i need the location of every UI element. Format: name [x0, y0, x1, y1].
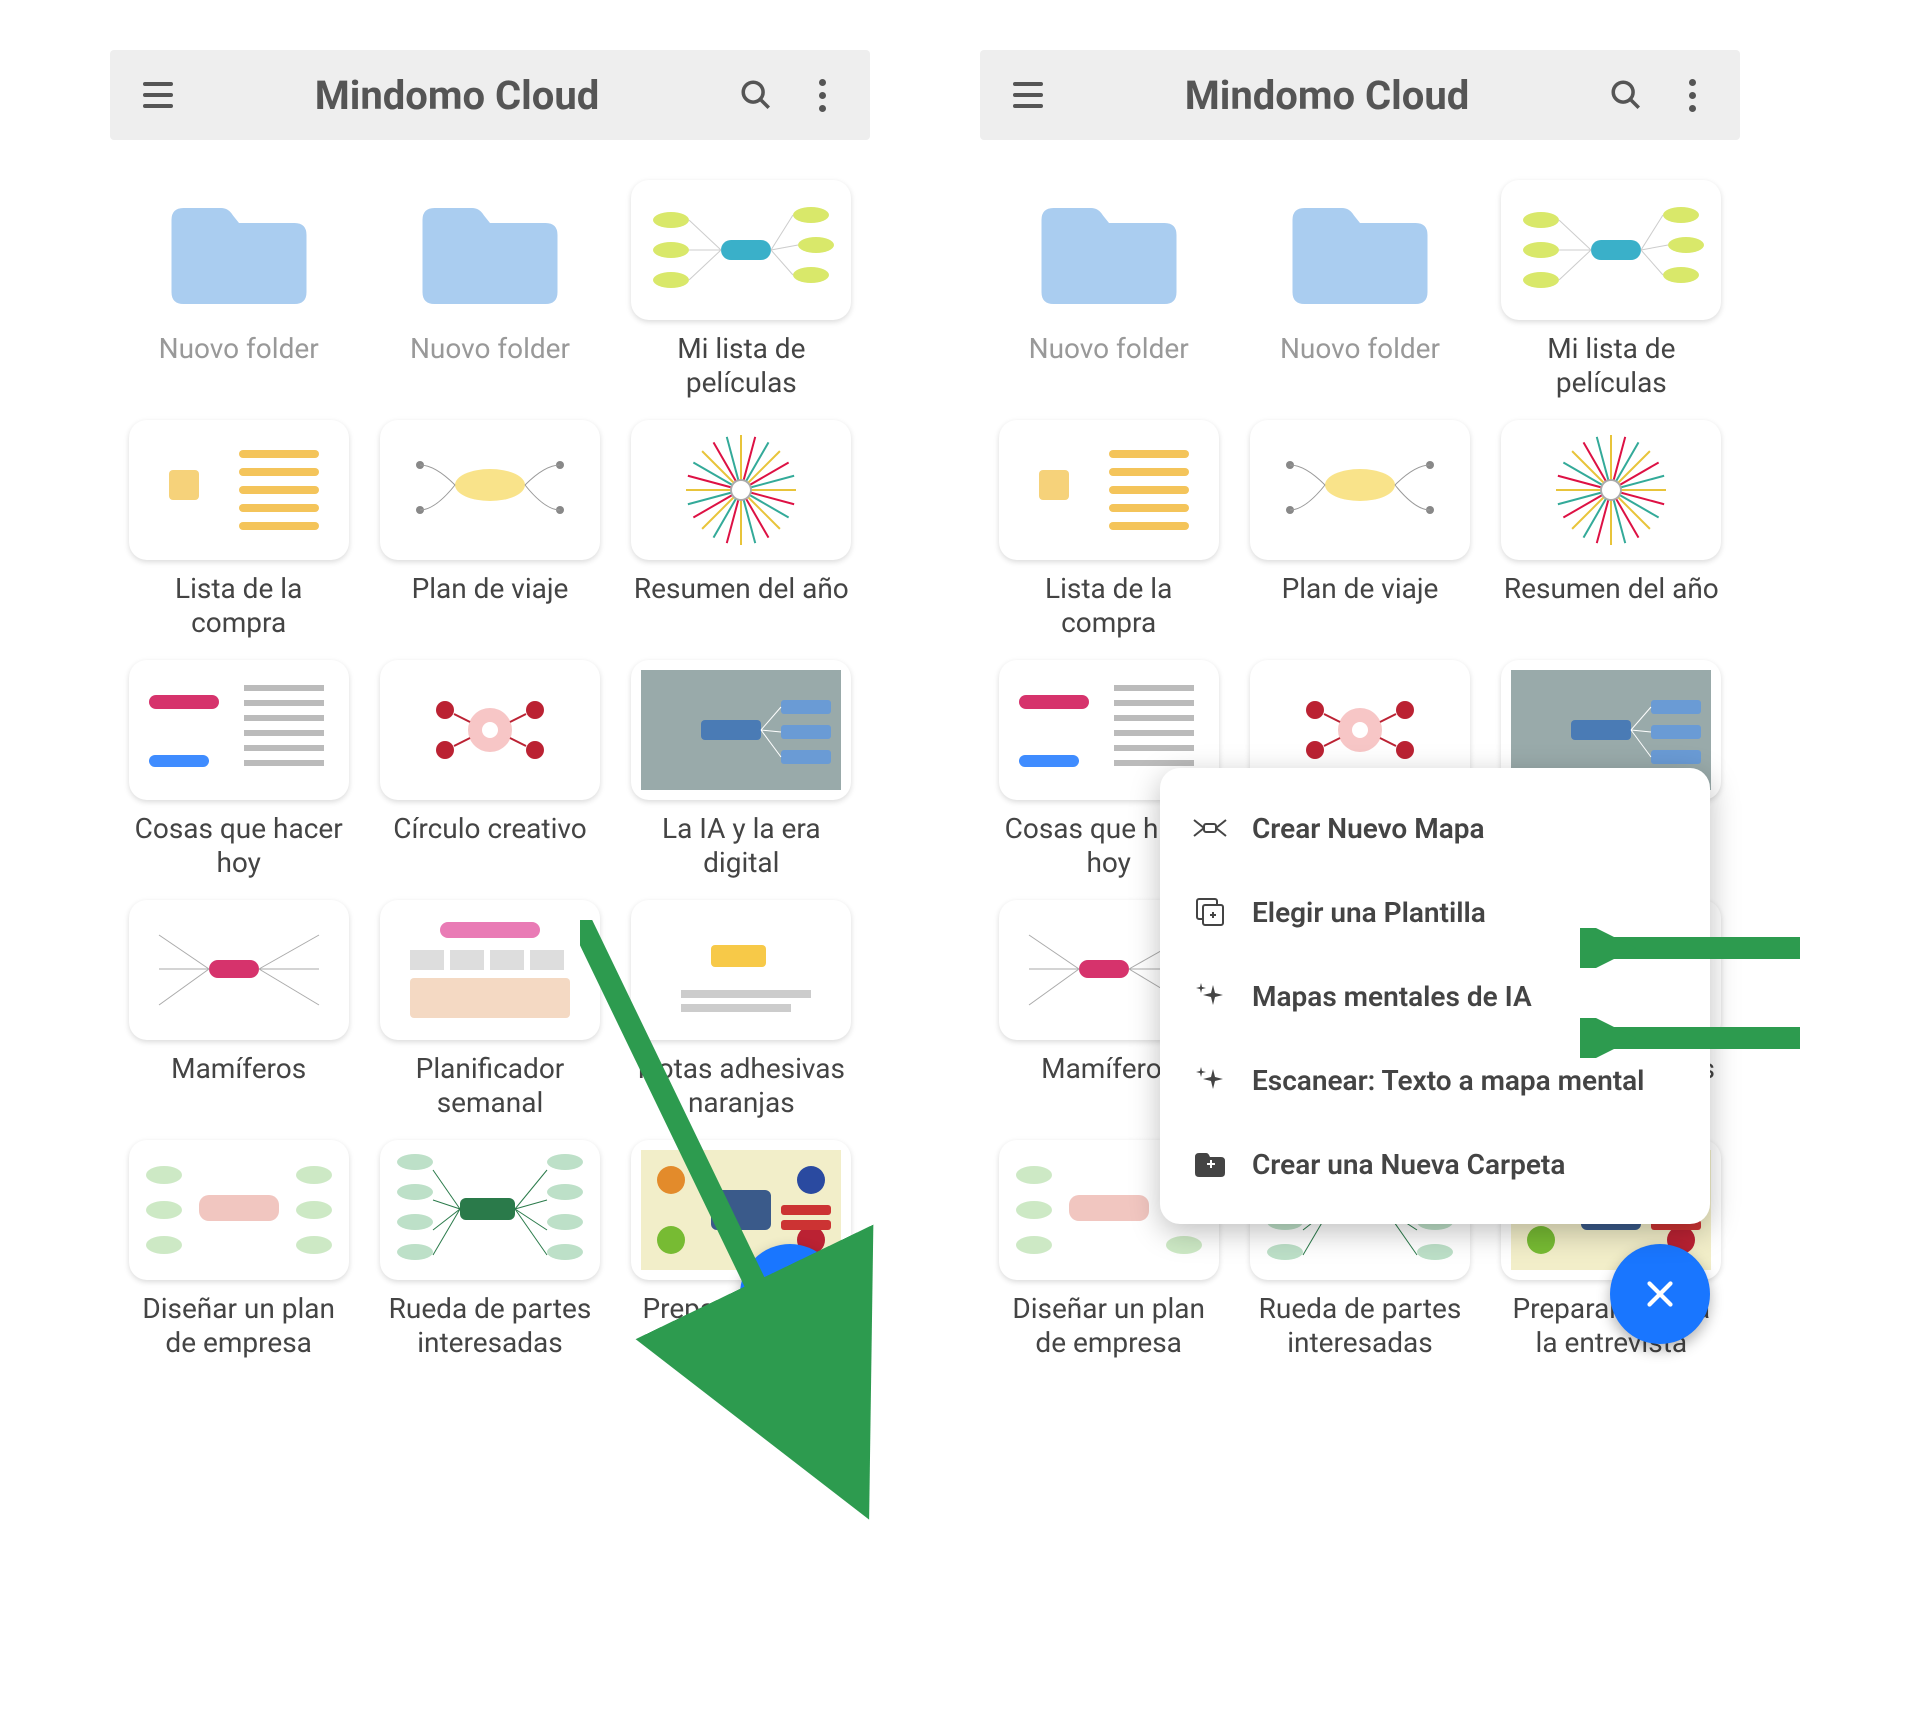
map-thumbnail	[380, 660, 600, 800]
map-item[interactable]: Cosas que hacer hoy	[122, 660, 355, 882]
popup-item-label: Mapas mentales de IA	[1252, 980, 1532, 1013]
map-thumbnail	[999, 420, 1219, 560]
item-label: Mamíferos	[1041, 1052, 1176, 1122]
map-item[interactable]: Círculo creativo	[373, 660, 606, 882]
item-label: Nuovo folder	[1029, 332, 1189, 402]
app-topbar: Mindomo Cloud	[980, 50, 1740, 140]
map-thumbnail	[1250, 420, 1470, 560]
menu-icon[interactable]	[130, 67, 186, 123]
item-label: Mi lista de películas	[631, 332, 851, 402]
map-item[interactable]: La IA y la era digital	[625, 660, 858, 882]
map-item[interactable]: Mi lista de películas	[625, 180, 858, 402]
map-item[interactable]: Mamíferos	[122, 900, 355, 1122]
popup-item-label: Crear Nuevo Mapa	[1252, 812, 1485, 845]
item-label: Lista de la compra	[999, 572, 1219, 642]
map-thumbnail	[129, 420, 349, 560]
map-item[interactable]: Plan de viaje	[373, 420, 606, 642]
app-title: Mindomo Cloud	[196, 72, 718, 119]
annotation-arrow-fab	[580, 920, 890, 1540]
more-icon[interactable]	[794, 67, 850, 123]
folder-icon	[380, 180, 600, 320]
map-item[interactable]: Planificador semanal	[373, 900, 606, 1122]
popup-item-map[interactable]: Crear Nuevo Mapa	[1160, 786, 1710, 870]
item-label: Nuovo folder	[159, 332, 319, 402]
item-label: Lista de la compra	[129, 572, 349, 642]
search-icon[interactable]	[728, 67, 784, 123]
map-item[interactable]: Mi lista de películas	[1495, 180, 1728, 402]
item-label: Planificador semanal	[380, 1052, 600, 1122]
map-thumbnail	[129, 900, 349, 1040]
item-label: Diseñar un plan de empresa	[129, 1292, 349, 1362]
map-item[interactable]: Resumen del año	[625, 420, 858, 642]
item-label: La IA y la era digital	[631, 812, 851, 882]
map-item[interactable]: Lista de la compra	[992, 420, 1225, 642]
map-item[interactable]: Diseñar un plan de empresa	[122, 1140, 355, 1362]
folder-item[interactable]: Nuovo folder	[992, 180, 1225, 402]
map-thumbnail	[631, 660, 851, 800]
item-label: Mamíferos	[171, 1052, 306, 1122]
item-label: Nuovo folder	[410, 332, 570, 402]
map-icon	[1190, 808, 1230, 848]
annotation-arrow-new-map	[1580, 928, 1800, 968]
app-topbar: Mindomo Cloud	[110, 50, 870, 140]
item-label: Diseñar un plan de empresa	[999, 1292, 1219, 1362]
map-thumbnail	[380, 900, 600, 1040]
folder-item[interactable]: Nuovo folder	[1243, 180, 1476, 402]
item-label: Círculo creativo	[393, 812, 586, 882]
sparkle-icon	[1190, 1060, 1230, 1100]
app-title: Mindomo Cloud	[1066, 72, 1588, 119]
folder-plus-icon	[1190, 1144, 1230, 1184]
search-icon[interactable]	[1598, 67, 1654, 123]
popup-item-label: Elegir una Plantilla	[1252, 896, 1486, 929]
map-item[interactable]: Lista de la compra	[122, 420, 355, 642]
folder-icon	[129, 180, 349, 320]
folder-item[interactable]: Nuovo folder	[373, 180, 606, 402]
create-menu-popup: Crear Nuevo Mapa Elegir una Plantilla Mapa…	[1160, 768, 1710, 1224]
item-label: Plan de viaje	[1282, 572, 1439, 642]
item-label: Resumen del año	[1504, 572, 1719, 642]
item-label: Mi lista de películas	[1501, 332, 1721, 402]
more-icon[interactable]	[1664, 67, 1720, 123]
map-thumbnail	[631, 420, 851, 560]
map-thumbnail	[631, 180, 851, 320]
map-thumbnail	[380, 420, 600, 560]
map-thumbnail	[129, 660, 349, 800]
map-thumbnail	[129, 1140, 349, 1280]
menu-icon[interactable]	[1000, 67, 1056, 123]
map-thumbnail	[1501, 420, 1721, 560]
map-item[interactable]: Plan de viaje	[1243, 420, 1476, 642]
fab-close-button[interactable]	[1610, 1244, 1710, 1344]
template-icon	[1190, 892, 1230, 932]
phone-screen-open: Mindomo Cloud Nuovo folder Nuovo folder Mi…	[980, 50, 1740, 1374]
annotation-arrow-template	[1580, 1018, 1800, 1058]
item-label: Rueda de partes interesadas	[1250, 1292, 1470, 1362]
map-item[interactable]: Rueda de partes interesadas	[373, 1140, 606, 1362]
folder-icon	[1250, 180, 1470, 320]
item-label: Rueda de partes interesadas	[380, 1292, 600, 1362]
folder-icon	[999, 180, 1219, 320]
popup-item-label: Escanear: Texto a mapa mental	[1252, 1064, 1644, 1097]
item-label: Plan de viaje	[412, 572, 569, 642]
popup-item-label: Crear una Nueva Carpeta	[1252, 1148, 1565, 1181]
map-thumbnail	[380, 1140, 600, 1280]
map-thumbnail	[1501, 180, 1721, 320]
sparkle-icon	[1190, 976, 1230, 1016]
phone-screen-closed: Mindomo Cloud Nuovo folder Nuovo folder Mi…	[110, 50, 870, 1374]
folder-item[interactable]: Nuovo folder	[122, 180, 355, 402]
map-item[interactable]: Resumen del año	[1495, 420, 1728, 642]
item-label: Resumen del año	[634, 572, 849, 642]
item-label: Nuovo folder	[1280, 332, 1440, 402]
popup-item-folder-plus[interactable]: Crear una Nueva Carpeta	[1160, 1122, 1710, 1206]
item-label: Cosas que hacer hoy	[129, 812, 349, 882]
